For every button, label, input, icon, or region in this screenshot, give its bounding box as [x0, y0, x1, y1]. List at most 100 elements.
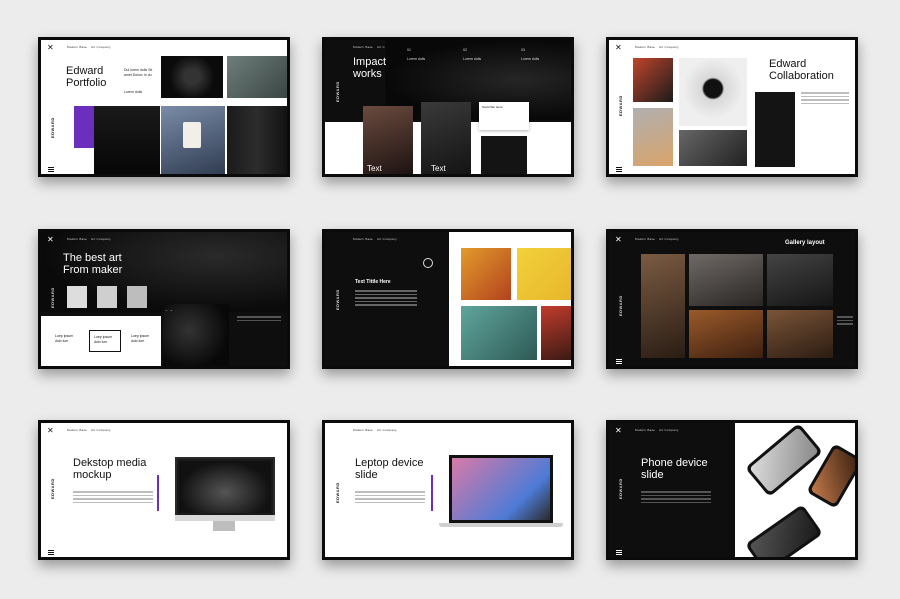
brand-label: EDWARD — [50, 287, 55, 308]
number-2: 02 — [463, 48, 467, 52]
nav-item: Modern Base — [67, 428, 88, 432]
monitor — [175, 457, 275, 517]
slide-desktop-mockup[interactable]: ✕ Modern Base Art Company EDWARD Dekstop… — [38, 420, 290, 560]
chair-photo — [517, 248, 571, 300]
nav-item: Art Company — [91, 237, 111, 241]
slide-edward-collaboration[interactable]: ✕ Modern Base Art Company EDWARD Edward … — [606, 37, 858, 177]
menu-icon[interactable] — [48, 550, 54, 555]
brand-label: EDWARD — [618, 478, 623, 499]
menu-icon[interactable] — [616, 167, 622, 172]
monitor-screen-photo — [179, 461, 271, 513]
nav-item: Art Company — [91, 45, 111, 49]
arrow-buttons[interactable]: ← → — [165, 308, 173, 313]
slide-text-title[interactable]: Modern Base Art Company Text Tittle Here… — [322, 229, 574, 369]
paragraph-placeholder — [801, 92, 849, 106]
close-icon: ✕ — [615, 426, 622, 435]
watch-photo — [481, 136, 527, 174]
number-1: 01 — [407, 48, 411, 52]
nav-item: Art Company — [659, 237, 679, 241]
nav-item: Modern Base — [353, 237, 374, 241]
nav-item: Art Company — [377, 237, 397, 241]
accent-bar — [431, 475, 433, 511]
laptop-screen — [449, 455, 553, 523]
man-red-photo — [541, 306, 571, 360]
brand-label: EDWARD — [618, 295, 623, 316]
accent-block — [74, 106, 94, 148]
headphones-white-photo — [679, 58, 747, 126]
box-text: Loep ipsum dolo lum — [55, 334, 74, 343]
card-title: Scelt Nfer Here — [482, 105, 503, 109]
paragraph-placeholder — [237, 316, 281, 323]
thumb-2 — [97, 286, 117, 308]
item-3: Lorem dulls — [521, 57, 540, 61]
bottle-photo — [94, 106, 160, 174]
car-photo — [461, 306, 537, 360]
brand-label: EDWARD — [50, 117, 55, 138]
man-sitting-photo — [689, 254, 763, 306]
info-card: Scelt Nfer Here — [479, 102, 529, 130]
coffee-cup — [183, 122, 201, 148]
paragraph-placeholder — [355, 290, 417, 308]
slide-title: Edward Portfolio — [66, 65, 107, 89]
thumb-1 — [67, 286, 87, 308]
bordered-box[interactable]: Loep ipsum dolo lum — [89, 330, 121, 352]
man-sunglasses-photo — [767, 310, 833, 358]
slide-small-text: Dui lorem dulls Sit amet Dolorc In du — [124, 68, 153, 77]
slide-title: Leptop device slide — [355, 457, 424, 481]
brand-label: EDWARD — [335, 289, 340, 310]
camera-photo — [421, 102, 471, 174]
slide-title: Impact works — [353, 56, 387, 80]
nav-item: Art Company — [377, 428, 397, 432]
slide-best-art[interactable]: ✕ Modern Base Art Company The best art F… — [38, 229, 290, 369]
nav-item: Modern Base — [67, 237, 88, 241]
menu-icon[interactable] — [48, 167, 54, 172]
jacket-photo — [689, 310, 763, 358]
item-2: Lorem dulls — [463, 57, 482, 61]
slide-edward-portfolio[interactable]: ✕ Modern Base Art Company Edward Portfol… — [38, 37, 290, 177]
headphones-photo — [161, 56, 223, 98]
slide-title: Dekstop media mockup — [73, 457, 147, 481]
close-icon: ✕ — [47, 43, 54, 52]
slide-impact-works[interactable]: Modern Base Art Company Impact works 01 … — [322, 37, 574, 177]
nav-item: Modern Base — [635, 428, 656, 432]
box-text: Loep ipsum dolo lum — [131, 334, 150, 343]
paragraph-placeholder — [641, 491, 711, 505]
brand-label: EDWARD — [335, 482, 340, 503]
menu-icon[interactable] — [616, 550, 622, 555]
accent-bar — [157, 475, 159, 511]
monitor-stand — [213, 521, 235, 531]
slide-gallery-layout[interactable]: ✕ Modern Base Art Company Gallery layout… — [606, 229, 858, 369]
nav-item: Modern Base — [67, 45, 88, 49]
photo-label: Text — [367, 164, 382, 173]
close-icon: ✕ — [615, 43, 622, 52]
sneakers-photo — [227, 56, 287, 98]
slide-title: Gallery layout — [785, 240, 825, 246]
brand-label: EDWARD — [335, 81, 340, 102]
brand-label: EDWARD — [50, 478, 55, 499]
cafe-photo — [641, 254, 685, 358]
nav-item: Modern Base — [635, 45, 656, 49]
plant-photo — [633, 108, 673, 166]
laptop-base — [439, 523, 563, 527]
close-icon: ✕ — [47, 235, 54, 244]
nav-item: Art Company — [659, 428, 679, 432]
slide-link: Lorem dulls — [124, 90, 143, 94]
shoes-photo — [679, 130, 747, 166]
dark-column — [755, 92, 795, 167]
camera-red-photo — [633, 58, 673, 102]
paragraph-placeholder — [355, 491, 425, 505]
number-3: 03 — [521, 48, 525, 52]
shirts-photo — [227, 106, 287, 174]
slide-laptop-device[interactable]: Modern Base Art Company EDWARD Leptop de… — [322, 420, 574, 560]
dark-device-photo — [163, 304, 229, 366]
sneakers-dark-photo — [767, 254, 833, 306]
slide-title: Text Tittle Here — [355, 279, 391, 285]
menu-icon[interactable] — [616, 359, 622, 364]
thumb-3 — [127, 286, 147, 308]
brand-label: EDWARD — [618, 95, 623, 116]
slide-phone-device[interactable]: ✕ Modern Base Art Company EDWARD Phone d… — [606, 420, 858, 560]
slide-title: Edward Collaboration — [769, 58, 834, 82]
nav-item: Art Company — [91, 428, 111, 432]
laptop-screen-photo — [452, 458, 550, 520]
item-1: Lorem dulls — [407, 57, 426, 61]
